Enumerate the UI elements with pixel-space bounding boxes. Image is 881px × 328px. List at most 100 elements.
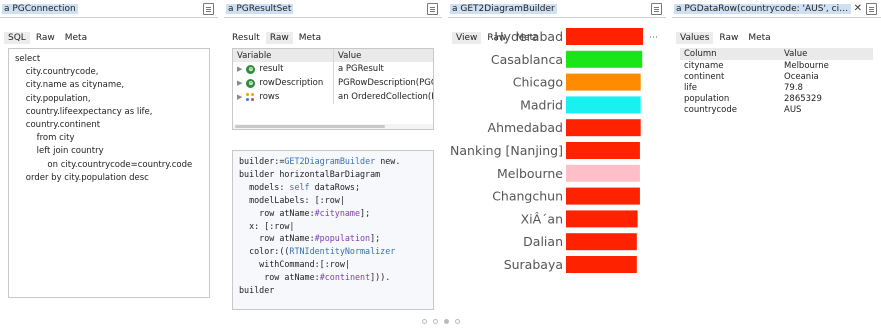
bar[interactable] xyxy=(566,50,643,68)
table-row[interactable]: continent Oceania xyxy=(680,71,873,82)
pane-titlebar[interactable]: a GET2DiagramBuilder xyxy=(448,0,666,18)
pane-pager xyxy=(0,319,881,324)
table-header: Column Value xyxy=(680,48,873,60)
pager-dot[interactable] xyxy=(454,319,460,324)
inspect-icon[interactable] xyxy=(427,2,438,15)
code-line: builder horizontalBarDiagram xyxy=(239,168,427,181)
expand-triangle-icon[interactable]: ▶ xyxy=(237,79,242,87)
pane-titlebar[interactable]: a PGConnection xyxy=(0,0,218,18)
code-line: withCommand:[:row| xyxy=(239,258,427,271)
bar-chart: Hyderabad Casablanca Chicago Madrid Ahmedaba… xyxy=(448,24,666,314)
inspect-icon[interactable] xyxy=(203,2,214,15)
sql-line: on city.countrycode=country.code xyxy=(15,159,193,170)
code-line: x: [:row| xyxy=(239,220,427,233)
inspect-icon[interactable] xyxy=(651,2,662,15)
variable-name: result xyxy=(259,64,284,74)
sql-line: city.countrycode, xyxy=(15,67,99,78)
pane-tabs: Values Raw Meta xyxy=(672,30,881,46)
bar[interactable] xyxy=(566,142,640,159)
expand-triangle-icon[interactable]: ▶ xyxy=(237,65,242,73)
code-token: builder xyxy=(239,285,275,296)
bar[interactable] xyxy=(566,233,637,251)
pager-dot[interactable] xyxy=(443,319,449,324)
code-token: color:(( xyxy=(239,246,290,257)
table-row[interactable]: population 2865329 xyxy=(680,93,873,104)
table-row[interactable]: ▶ rows an OrderedCollection(P xyxy=(233,90,433,104)
variable-cell: ▶ rows xyxy=(233,92,333,102)
bar[interactable] xyxy=(566,164,640,182)
column-header-variable[interactable]: Variable xyxy=(233,51,333,61)
sql-line: city.name as cityname, xyxy=(15,80,125,91)
pager-dot[interactable] xyxy=(432,319,438,324)
tab-meta[interactable]: Meta xyxy=(295,32,325,44)
column-header-value[interactable]: Value xyxy=(333,49,433,62)
pager-dot[interactable] xyxy=(421,319,427,324)
diagram-builder-pane: a GET2DiagramBuilder View Raw Meta ⊖ ⊕ ⋯… xyxy=(448,0,666,312)
variables-table: Variable Value ▶ ⊕ result a PGResult ▶ ⊕ rowDe… xyxy=(232,48,434,124)
code-line: row atName:#population]; xyxy=(239,232,427,245)
tab-values[interactable]: Values xyxy=(676,32,714,44)
code-line: builder:=GET2DiagramBuilder new. xyxy=(239,155,427,168)
column-name: countrycode xyxy=(684,104,738,115)
code-token: builder:= xyxy=(239,156,285,166)
bar[interactable] xyxy=(566,28,643,45)
code-line: row atName:#continent])). xyxy=(239,271,427,284)
sql-line: select xyxy=(15,54,41,64)
column-value: Melbourne xyxy=(784,60,829,71)
code-line: color:((RTNIdentityNormalizer xyxy=(239,245,427,258)
bar[interactable] xyxy=(566,210,638,228)
tab-raw[interactable]: Raw xyxy=(265,32,293,44)
inspect-icon[interactable] xyxy=(866,2,877,15)
expand-triangle-icon[interactable]: ▶ xyxy=(237,93,242,101)
values-table: Column Value cityname Melbourne continent O… xyxy=(680,48,873,115)
pane-titlebar[interactable]: a PGResultSet xyxy=(224,0,442,18)
pane-title: a PGResultSet xyxy=(226,3,294,14)
code-token: #population xyxy=(314,233,371,244)
column-name: cityname xyxy=(684,60,724,71)
table-header: Variable Value xyxy=(233,49,433,62)
table-row[interactable]: countrycode AUS xyxy=(680,104,873,115)
pgresultset-pane: a PGResultSet Result Raw Meta Variable V… xyxy=(224,0,442,312)
bar[interactable] xyxy=(566,73,641,91)
code-token: dataRows; xyxy=(309,181,361,192)
bar[interactable] xyxy=(566,96,641,114)
code-token: ]; xyxy=(360,207,371,218)
tab-raw[interactable]: Raw xyxy=(715,32,742,44)
variable-value: PGRowDescription(PGC xyxy=(333,76,433,90)
pane-title: a PGConnection xyxy=(2,3,78,14)
pane-tabs: Result Raw Meta xyxy=(224,30,442,46)
table-row[interactable]: cityname Melbourne xyxy=(680,60,873,71)
bar-label: Dalian xyxy=(523,234,563,249)
column-name: continent xyxy=(684,71,725,82)
code-token: ]; xyxy=(370,233,381,244)
bar[interactable] xyxy=(566,256,637,273)
tab-meta[interactable]: Meta xyxy=(744,32,774,44)
pgdatarow-pane: a PGDataRow(countrycode: 'AUS', citynam.… xyxy=(672,0,881,312)
tab-sql[interactable]: SQL xyxy=(4,32,30,44)
code-editor[interactable]: builder:=GET2DiagramBuilder new. builder … xyxy=(232,150,434,310)
horizontal-scrollbar[interactable] xyxy=(232,124,434,130)
bar-label: Hyderabad xyxy=(494,29,563,44)
code-token: row atName: xyxy=(239,207,315,218)
column-header-column[interactable]: Column xyxy=(680,49,780,59)
sql-line: left join country xyxy=(15,146,104,157)
pane-titlebar[interactable]: a PGDataRow(countrycode: 'AUS', citynam.… xyxy=(672,0,881,18)
sql-line: city.population, xyxy=(15,93,91,104)
table-row[interactable]: life 79.8 xyxy=(680,82,873,93)
bar-label: Madrid xyxy=(520,97,563,112)
table-row[interactable]: ▶ ⊕ rowDescription PGRowDescription(PGC xyxy=(233,76,433,90)
sql-editor[interactable]: select city.countrycode, city.name as ci… xyxy=(8,48,210,298)
close-icon[interactable]: ✕ xyxy=(854,3,862,14)
bar[interactable] xyxy=(566,119,641,137)
tab-raw[interactable]: Raw xyxy=(32,32,59,44)
tab-result[interactable]: Result xyxy=(228,32,264,44)
code-token: GET2DiagramBuilder xyxy=(284,156,376,166)
column-header-value[interactable]: Value xyxy=(780,49,873,59)
code-token: x: [:row| xyxy=(239,220,295,231)
bar[interactable] xyxy=(566,187,640,205)
variable-value: a PGResult xyxy=(333,62,433,76)
tab-meta[interactable]: Meta xyxy=(61,32,91,44)
column-name: life xyxy=(684,82,697,93)
code-token: new. xyxy=(375,156,401,166)
table-row[interactable]: ▶ ⊕ result a PGResult xyxy=(233,62,433,76)
